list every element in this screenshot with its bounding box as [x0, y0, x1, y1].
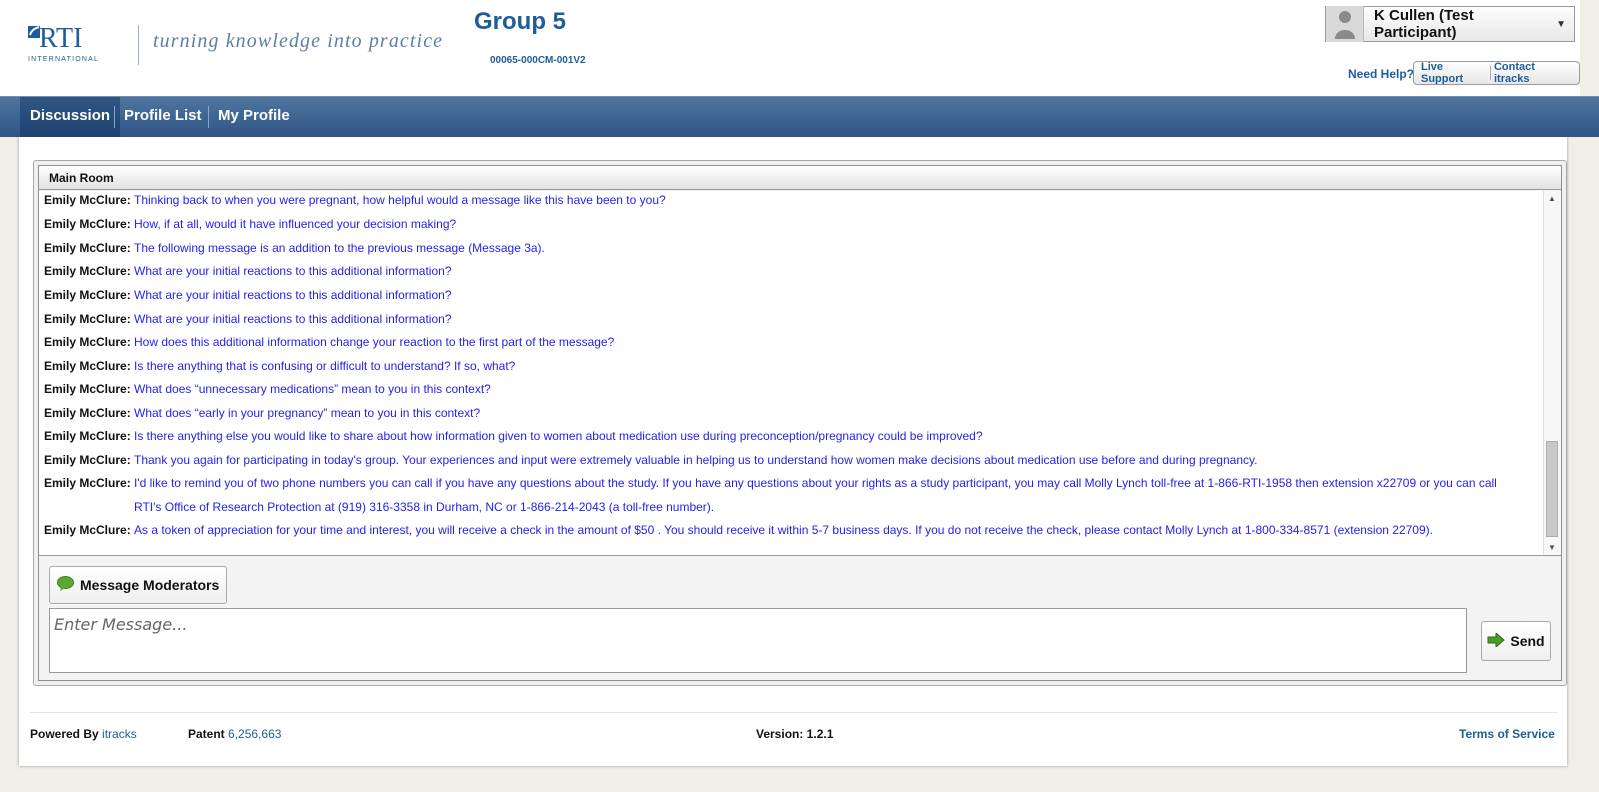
contact-itracks-link[interactable]: Contact itracks	[1491, 61, 1575, 85]
tagline: turning knowledge into practice	[153, 30, 444, 52]
message-author: Emily McClure:	[44, 453, 131, 467]
send-label: Send	[1510, 633, 1545, 649]
message-item: Emily McClure: Is there anything that is…	[44, 354, 1519, 378]
version-info: Version: 1.2.1	[756, 727, 834, 741]
message-item: Emily McClure: How does this additional …	[44, 330, 1519, 354]
message-item: Emily McClure: What are your initial rea…	[44, 259, 1519, 283]
message-author: Emily McClure:	[44, 429, 131, 443]
message-moderators-label: Message Moderators	[80, 577, 220, 593]
chevron-down-icon: ▼	[1556, 18, 1566, 30]
message-text: How, if at all, would it have influenced…	[134, 217, 457, 231]
nav-tab-my-profile[interactable]: My Profile	[208, 97, 300, 137]
message-list[interactable]: Emily McClure: Thinking back to when you…	[39, 191, 1561, 556]
message-item: Emily McClure: What are your initial rea…	[44, 283, 1519, 307]
scroll-down-icon[interactable]: ▼	[1548, 543, 1556, 552]
message-item: Emily McClure: What does “early in your …	[44, 401, 1519, 425]
arrow-right-icon	[1487, 631, 1506, 650]
message-text: Thinking back to when you were pregnant,…	[134, 193, 666, 207]
patent: Patent 6,256,663	[188, 727, 281, 741]
message-text: The following message is an addition to …	[134, 241, 545, 255]
message-author: Emily McClure:	[44, 288, 131, 302]
message-author: Emily McClure:	[44, 382, 131, 396]
message-author: Emily McClure:	[44, 264, 131, 278]
header: RTI INTERNATIONAL turning knowledge into…	[0, 0, 1580, 96]
user-avatar-icon	[1326, 6, 1364, 42]
powered-by-label: Powered By	[30, 727, 99, 741]
message-moderators-button[interactable]: Message Moderators	[49, 566, 227, 604]
scroll-up-icon[interactable]: ▲	[1548, 194, 1556, 203]
message-text: What does “unnecessary medications” mean…	[134, 382, 491, 396]
rti-logo: RTI INTERNATIONAL	[26, 24, 122, 64]
message-item: Emily McClure: Thank you again for parti…	[44, 448, 1519, 472]
message-text: Is there anything that is confusing or d…	[134, 359, 516, 373]
logo-divider	[138, 25, 139, 65]
send-button[interactable]: Send	[1481, 621, 1551, 661]
nav-tab-profile-list[interactable]: Profile List	[114, 97, 212, 137]
help-links: Live Support Contact itracks	[1413, 61, 1580, 85]
message-text: What are your initial reactions to this …	[134, 264, 452, 278]
message-item: Emily McClure: What does “unnecessary me…	[44, 377, 1519, 401]
message-item: Emily McClure: How, if at all, would it …	[44, 212, 1519, 236]
chat-bubble-icon	[57, 576, 74, 594]
message-author: Emily McClure:	[44, 241, 131, 255]
live-support-link[interactable]: Live Support	[1418, 61, 1490, 85]
itracks-link[interactable]: itracks	[102, 727, 137, 741]
room-title: Main Room	[39, 166, 1561, 190]
message-text: How does this additional information cha…	[134, 335, 615, 349]
message-author: Emily McClure:	[44, 217, 131, 231]
patent-link[interactable]: 6,256,663	[228, 727, 281, 741]
message-text: What are your initial reactions to this …	[134, 312, 452, 326]
main-nav: Discussion Profile List My Profile	[0, 96, 1599, 137]
message-text: Is there anything else you would like to…	[134, 429, 983, 443]
logo-subtext: INTERNATIONAL	[28, 56, 99, 63]
message-author: Emily McClure:	[44, 193, 131, 207]
message-item: Emily McClure: The following message is …	[44, 236, 1519, 260]
message-author: Emily McClure:	[44, 359, 131, 373]
terms-of-service-link[interactable]: Terms of Service	[1459, 727, 1555, 741]
message-item: Emily McClure: What are your initial rea…	[44, 307, 1519, 331]
message-item: Emily McClure: Is there anything else yo…	[44, 424, 1519, 448]
user-name: K Cullen (Test Participant)	[1374, 7, 1474, 41]
footer-divider	[30, 712, 1557, 713]
message-input[interactable]	[49, 608, 1467, 673]
message-scrollbar[interactable]: ▲ ▼	[1543, 191, 1561, 555]
group-title: Group 5	[474, 8, 567, 35]
group-code: 00065-000CM-001V2	[490, 55, 586, 66]
user-menu[interactable]: K Cullen (Test Participant) ▼	[1325, 6, 1575, 42]
patent-label: Patent	[188, 727, 225, 741]
message-item: Emily McClure: As a token of appreciatio…	[44, 518, 1519, 542]
message-text: Thank you again for participating in tod…	[134, 453, 1258, 467]
message-item: Emily McClure: Thinking back to when you…	[44, 191, 1519, 212]
message-text: What does “early in your pregnancy” mean…	[134, 406, 481, 420]
scroll-thumb[interactable]	[1546, 441, 1558, 537]
message-text: As a token of appreciation for your time…	[134, 523, 1433, 537]
message-author: Emily McClure:	[44, 476, 131, 490]
message-text: I'd like to remind you of two phone numb…	[134, 476, 1497, 514]
message-author: Emily McClure:	[44, 406, 131, 420]
message-author: Emily McClure:	[44, 312, 131, 326]
message-item: Emily McClure: I'd like to remind you of…	[44, 471, 1519, 519]
powered-by: Powered By itracks	[30, 727, 137, 741]
message-text: What are your initial reactions to this …	[134, 288, 452, 302]
svg-text:RTI: RTI	[39, 24, 82, 54]
message-author: Emily McClure:	[44, 523, 131, 537]
message-author: Emily McClure:	[44, 335, 131, 349]
nav-tab-discussion[interactable]: Discussion	[20, 97, 121, 137]
need-help-label: Need Help?	[1348, 67, 1415, 81]
